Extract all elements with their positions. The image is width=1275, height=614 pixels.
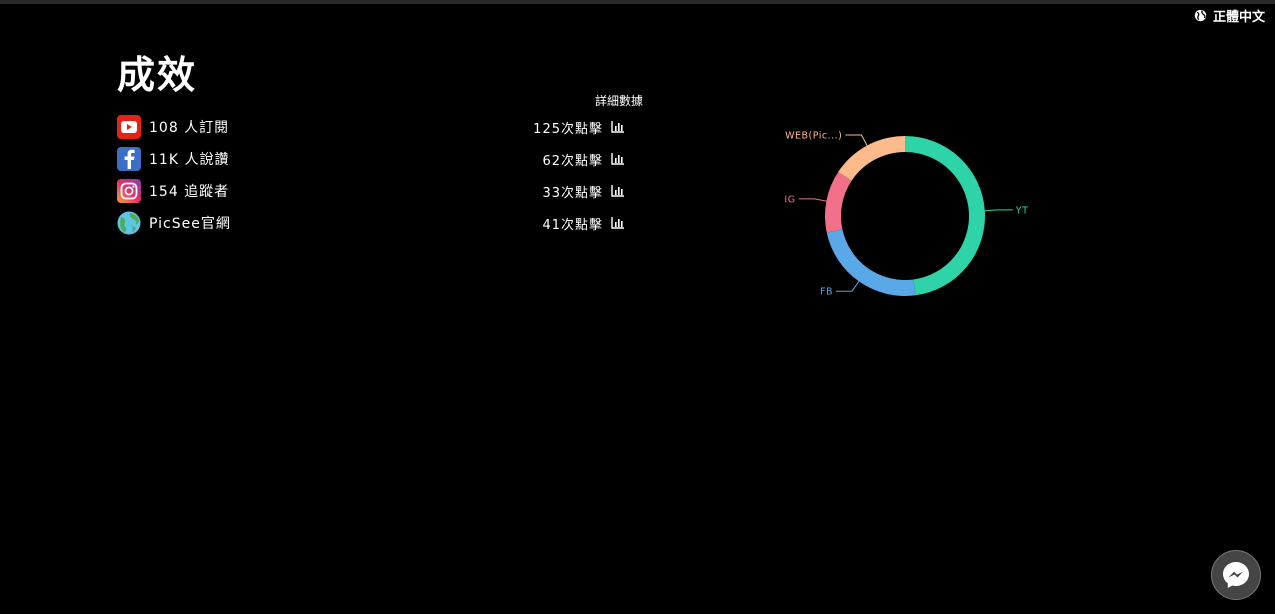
click-count: 62次點擊 [542, 153, 603, 169]
donut-leader-line [845, 134, 868, 146]
stat-row-youtube[interactable]: 108 人訂閱 125次點擊 [117, 111, 637, 143]
globe-icon [1194, 9, 1207, 22]
click-count: 41次點擊 [542, 217, 603, 233]
donut-slice-ig[interactable] [825, 171, 852, 233]
donut-leader-line [836, 281, 860, 292]
donut-label: FB [820, 287, 833, 298]
click-count: 33次點擊 [542, 185, 603, 201]
stat-row-instagram[interactable]: 154 追蹤者 33次點擊 [117, 175, 637, 207]
page-title: 成效 [117, 53, 198, 97]
donut-slice-yt[interactable] [905, 136, 986, 296]
donut-leader-line [798, 198, 827, 202]
stat-label: 108 人訂閱 [149, 120, 230, 136]
bar-chart-icon[interactable] [611, 153, 625, 165]
language-switcher[interactable]: 正體中文 [1194, 6, 1265, 25]
bar-chart-icon[interactable] [611, 185, 625, 197]
stat-label: 154 追蹤者 [149, 184, 230, 200]
stat-label: 11K 人說讚 [149, 152, 230, 168]
donut-chart: YT FB IG WEB(Pic...) [784, 130, 1029, 298]
instagram-icon [117, 179, 141, 203]
donut-slice-webpic[interactable] [838, 136, 905, 181]
facebook-icon [117, 147, 141, 171]
globe-site-icon [117, 211, 141, 235]
messenger-button[interactable] [1211, 550, 1261, 600]
messenger-icon [1223, 562, 1249, 588]
click-count: 125次點擊 [533, 121, 603, 137]
bar-chart-icon[interactable] [611, 121, 625, 133]
detail-header: 詳細數據 [595, 94, 644, 108]
top-bar [0, 0, 1275, 4]
language-label: 正體中文 [1212, 10, 1265, 25]
stats-list: 108 人訂閱 125次點擊 11K 人說讚 62次點擊 154 追蹤者 33次… [117, 111, 637, 239]
donut-slice-fb[interactable] [826, 229, 916, 296]
donut-leader-line [984, 209, 1013, 212]
donut-label: IG [784, 194, 795, 205]
stat-row-website[interactable]: PicSee官網 41次點擊 [117, 207, 637, 239]
donut-label: WEB(Pic...) [785, 130, 842, 141]
stat-row-facebook[interactable]: 11K 人說讚 62次點擊 [117, 143, 637, 175]
bar-chart-icon[interactable] [611, 217, 625, 229]
youtube-icon [117, 115, 141, 139]
donut-label: YT [1015, 205, 1029, 216]
stat-label: PicSee官網 [149, 216, 231, 232]
